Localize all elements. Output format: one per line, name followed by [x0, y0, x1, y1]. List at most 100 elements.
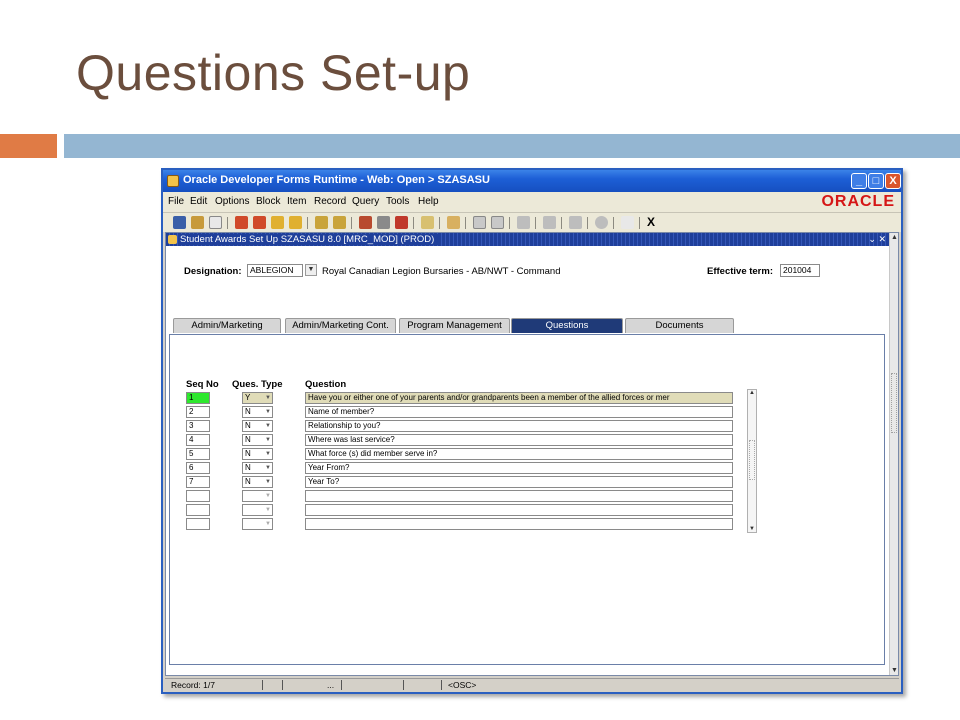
seq-no-cell[interactable]: 6	[186, 462, 210, 474]
tab-admin-marketing-cont[interactable]: Admin/Marketing Cont.	[285, 318, 396, 333]
close-button[interactable]: X	[885, 173, 901, 189]
ques-type-select[interactable]: ▼	[242, 518, 273, 530]
insert-record-icon[interactable]	[359, 216, 372, 229]
menu-help[interactable]: Help	[418, 196, 439, 207]
form-vertical-scrollbar[interactable]: ▲ ▼	[889, 233, 898, 675]
options-icon[interactable]	[543, 216, 556, 229]
minimize-button[interactable]: _	[851, 173, 867, 189]
seq-no-cell[interactable]: 2	[186, 406, 210, 418]
ques-type-select[interactable]: N ▼	[242, 420, 273, 432]
effective-term-field[interactable]: 201004	[780, 264, 820, 277]
ques-type-select[interactable]: Y ▼	[242, 392, 273, 404]
question-cell[interactable]: Year To?	[305, 476, 733, 488]
ques-type-value: N	[245, 421, 251, 430]
question-cell[interactable]: Have you or either one of your parents a…	[305, 392, 733, 404]
question-cell[interactable]	[305, 518, 733, 530]
menu-edit[interactable]: Edit	[190, 196, 207, 207]
ques-type-select[interactable]: ▼	[242, 490, 273, 502]
status-separator	[341, 680, 342, 690]
question-cell[interactable]: Name of member?	[305, 406, 733, 418]
chevron-down-icon: ▼	[265, 479, 271, 485]
status-separator	[403, 680, 404, 690]
question-cell[interactable]: What force (s) did member serve in?	[305, 448, 733, 460]
menu-item[interactable]: Item	[287, 196, 306, 207]
ques-type-value: N	[245, 435, 251, 444]
designation-label: Designation:	[184, 266, 242, 277]
toolbar-separator	[307, 217, 308, 229]
menu-file[interactable]: File	[168, 196, 184, 207]
window-titlebar[interactable]: Oracle Developer Forms Runtime - Web: Op…	[163, 170, 901, 192]
status-mode: <OSC>	[448, 680, 477, 690]
list-values-icon[interactable]	[473, 216, 486, 229]
menu-record[interactable]: Record	[314, 196, 346, 207]
next-block-icon[interactable]	[235, 216, 248, 229]
tab-documents[interactable]: Documents	[625, 318, 734, 333]
print-page-icon[interactable]	[209, 216, 222, 229]
effective-term-label: Effective term:	[707, 266, 773, 277]
previous-block-icon[interactable]	[253, 216, 266, 229]
question-cell[interactable]	[305, 490, 733, 502]
scroll-up-icon[interactable]: ▲	[748, 390, 756, 396]
ques-type-select[interactable]: N ▼	[242, 462, 273, 474]
designation-field[interactable]: ABLEGION	[247, 264, 303, 277]
question-cell[interactable]: Where was last service?	[305, 434, 733, 446]
form-window-controls[interactable]: ⌄ ✕	[868, 234, 886, 245]
ques-type-value: Y	[245, 393, 251, 402]
status-separator	[282, 680, 283, 690]
menu-block[interactable]: Block	[256, 196, 280, 207]
question-cell[interactable]: Relationship to you?	[305, 420, 733, 432]
toolbar-separator	[439, 217, 440, 229]
extract-icon[interactable]	[569, 216, 582, 229]
save-icon[interactable]	[173, 216, 186, 229]
previous-item-icon[interactable]	[517, 216, 530, 229]
designation-lookup-button[interactable]: ▼	[305, 264, 317, 276]
enter-query-icon[interactable]	[315, 216, 328, 229]
ques-type-select[interactable]: N ▼	[242, 434, 273, 446]
questions-panel: Seq No Ques. Type Question 1 Y ▼ Have you…	[169, 334, 885, 665]
print-icon[interactable]	[447, 216, 460, 229]
questions-scrollbar[interactable]: ▲ ▼	[747, 389, 757, 533]
scroll-thumb[interactable]	[891, 373, 897, 433]
execute-query-icon[interactable]	[333, 216, 346, 229]
tab-questions[interactable]: Questions	[511, 318, 623, 333]
accent-bar-blue	[64, 134, 960, 158]
ques-type-select[interactable]: N ▼	[242, 476, 273, 488]
menu-query[interactable]: Query	[352, 196, 379, 207]
scroll-up-icon[interactable]: ▲	[890, 233, 899, 242]
question-cell[interactable]	[305, 504, 733, 516]
menu-options[interactable]: Options	[215, 196, 249, 207]
menu-bar: File Edit Options Block Item Record Quer…	[163, 192, 901, 212]
scroll-thumb[interactable]	[749, 440, 755, 480]
menu-tools[interactable]: Tools	[386, 196, 409, 207]
ques-type-select[interactable]: ▼	[242, 504, 273, 516]
next-record-icon[interactable]	[271, 216, 284, 229]
seq-no-cell[interactable]	[186, 518, 210, 530]
exit-icon[interactable]: X	[647, 215, 655, 229]
seq-no-cell[interactable]: 1	[186, 392, 210, 404]
question-cell[interactable]: Year From?	[305, 462, 733, 474]
maximize-button[interactable]: □	[868, 173, 884, 189]
remove-record-icon[interactable]	[377, 216, 390, 229]
seq-no-cell[interactable]: 5	[186, 448, 210, 460]
tab-admin-marketing[interactable]: Admin/Marketing	[173, 318, 281, 333]
previous-record-icon[interactable]	[289, 216, 302, 229]
help-icon[interactable]	[595, 216, 608, 229]
delete-record-icon[interactable]	[395, 216, 408, 229]
seq-no-cell[interactable]: 4	[186, 434, 210, 446]
seq-no-cell[interactable]	[186, 490, 210, 502]
tab-program-management[interactable]: Program Management	[399, 318, 510, 333]
seq-no-header: Seq No	[186, 379, 219, 390]
edit-field-icon[interactable]	[491, 216, 504, 229]
bulb-icon[interactable]	[621, 216, 634, 229]
ques-type-header: Ques. Type	[232, 379, 283, 390]
scroll-down-icon[interactable]: ▼	[748, 526, 756, 532]
duplicate-icon[interactable]	[421, 216, 434, 229]
seq-no-cell[interactable]: 3	[186, 420, 210, 432]
ques-type-select[interactable]: N ▼	[242, 406, 273, 418]
rollback-icon[interactable]	[191, 216, 204, 229]
ques-type-select[interactable]: N ▼	[242, 448, 273, 460]
seq-no-cell[interactable]: 7	[186, 476, 210, 488]
seq-no-cell[interactable]	[186, 504, 210, 516]
scroll-down-icon[interactable]: ▼	[890, 666, 899, 675]
toolbar-separator	[535, 217, 536, 229]
